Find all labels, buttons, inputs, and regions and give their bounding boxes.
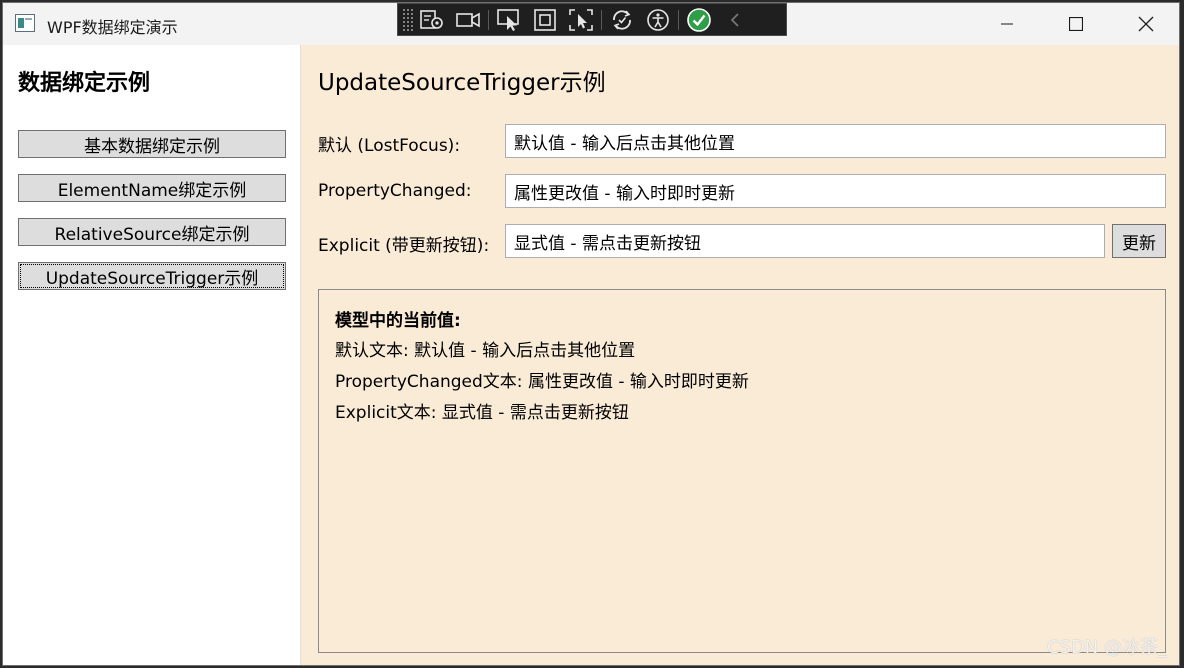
maximize-icon	[1069, 17, 1083, 31]
collapse-toolbar-button[interactable]	[717, 5, 753, 35]
nav-elementname-binding-button[interactable]: ElementName绑定示例	[18, 174, 286, 202]
status-ok-button[interactable]	[681, 5, 717, 35]
toolbar-separator	[678, 9, 679, 30]
close-icon	[1138, 16, 1154, 32]
lostfocus-label: 默认 (LostFocus):	[318, 136, 461, 156]
status-ok-icon	[687, 7, 711, 32]
explicit-input[interactable]	[505, 224, 1105, 258]
minimize-button[interactable]	[984, 3, 1030, 45]
record-icon	[456, 12, 480, 27]
window-title: WPF数据绑定演示	[47, 18, 178, 37]
close-button[interactable]	[1123, 3, 1169, 45]
app-window: WPF数据绑定演示 数据绑定示例 基本数据绑定示例 ElementName绑定示…	[2, 2, 1180, 666]
lostfocus-input[interactable]	[505, 124, 1166, 158]
accessibility-icon	[647, 8, 669, 31]
accessibility-button[interactable]	[640, 5, 676, 35]
propertychanged-label: PropertyChanged:	[318, 181, 472, 201]
debug-toolbar	[397, 3, 787, 36]
collapse-chevron-icon	[730, 12, 739, 27]
nav-basic-binding-button[interactable]: 基本数据绑定示例	[18, 130, 286, 158]
main-panel: UpdateSourceTrigger示例 默认 (LostFocus): Pr…	[301, 45, 1179, 665]
update-button[interactable]: 更新	[1112, 224, 1166, 258]
watermark: CSDN @冰茶_	[1046, 637, 1167, 658]
inspect-pointer-button[interactable]	[491, 5, 527, 35]
model-explicit-text: Explicit文本: 显式值 - 需点击更新按钮	[335, 403, 629, 423]
inspect-pointer-icon	[497, 8, 519, 31]
toolbar-separator	[488, 9, 489, 30]
track-focus-icon	[569, 8, 593, 31]
select-element-button[interactable]	[414, 5, 450, 35]
nav-relativesource-binding-button[interactable]: RelativeSource绑定示例	[18, 218, 286, 246]
nav-updatesourcetrigger-button[interactable]: UpdateSourceTrigger示例	[18, 262, 286, 290]
sidebar-title: 数据绑定示例	[18, 71, 151, 96]
toolbar-separator	[601, 9, 602, 30]
propertychanged-input[interactable]	[505, 174, 1166, 208]
page-title: UpdateSourceTrigger示例	[318, 70, 606, 96]
sidebar: 数据绑定示例 基本数据绑定示例 ElementName绑定示例 Relative…	[3, 45, 301, 665]
hot-reload-button[interactable]	[604, 5, 640, 35]
maximize-button[interactable]	[1053, 3, 1099, 45]
model-default-text: 默认文本: 默认值 - 输入后点击其他位置	[335, 341, 636, 361]
model-values-panel: 模型中的当前值: 默认文本: 默认值 - 输入后点击其他位置 PropertyC…	[318, 289, 1166, 653]
minimize-icon	[1001, 23, 1013, 25]
toolbar-grip-icon[interactable]	[402, 7, 414, 32]
select-element-icon	[420, 9, 443, 29]
layout-bounds-button[interactable]	[527, 5, 563, 35]
model-values-heading: 模型中的当前值:	[335, 311, 461, 331]
layout-bounds-icon	[534, 8, 556, 31]
track-focus-button[interactable]	[563, 5, 599, 35]
hot-reload-icon	[613, 9, 631, 30]
record-button[interactable]	[450, 5, 486, 35]
app-icon	[15, 14, 35, 32]
model-propertychanged-text: PropertyChanged文本: 属性更改值 - 输入时即时更新	[335, 372, 749, 392]
explicit-label: Explicit (带更新按钮):	[318, 236, 490, 256]
